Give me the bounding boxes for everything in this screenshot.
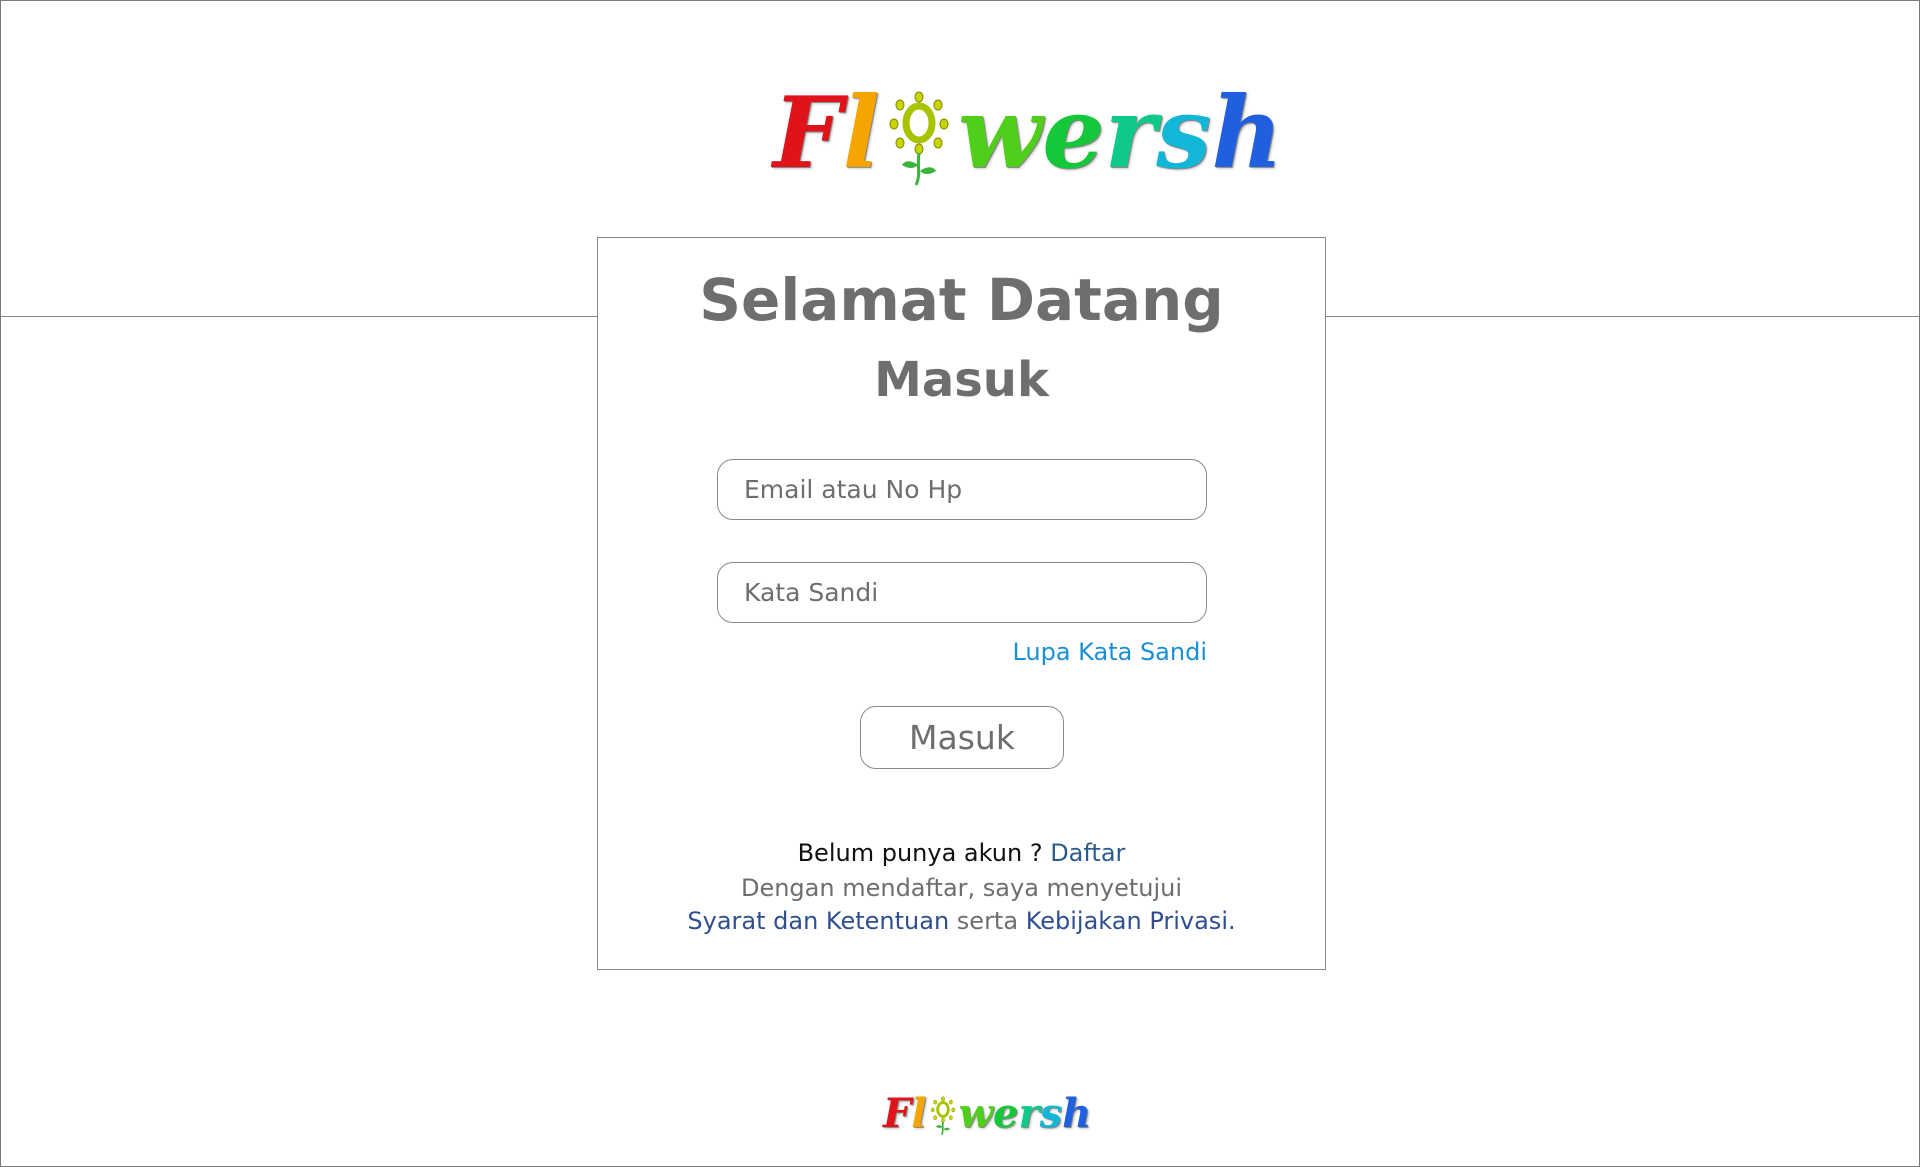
- logo-letter-s: s: [1156, 76, 1212, 191]
- terms-links-line: Syarat dan Ketentuan serta Kebijakan Pri…: [598, 907, 1325, 935]
- terms-text: Dengan mendaftar, saya menyetujui: [740, 874, 1183, 902]
- footer-logo-letter-e: e: [993, 1090, 1019, 1137]
- login-card: Selamat Datang Masuk Lupa Kata Sandi Mas…: [597, 237, 1326, 970]
- footer-logo-letter-f: F: [883, 1090, 912, 1137]
- logo-letter-h: h: [1211, 76, 1283, 191]
- logo-letter-f: F: [773, 76, 843, 191]
- terms-joiner: serta: [956, 907, 1019, 935]
- welcome-heading: Selamat Datang: [699, 266, 1224, 334]
- footer-logo-letter-l: l: [911, 1090, 927, 1137]
- footer-logo-letter-h: h: [1062, 1090, 1092, 1137]
- login-title: Masuk: [874, 352, 1049, 408]
- logo-letter-r: r: [1104, 76, 1157, 191]
- footer-logo-letter-s: s: [1039, 1090, 1063, 1137]
- terms-link[interactable]: Syarat dan Ketentuan: [687, 907, 949, 935]
- signup-prompt-text: Belum punya akun ?: [797, 839, 1043, 867]
- logo-letter-e: e: [1042, 76, 1105, 191]
- flower-icon: [880, 79, 958, 189]
- footer-logo-letter-w: w: [958, 1090, 994, 1137]
- logo-letter-w: w: [957, 76, 1043, 191]
- login-button[interactable]: Masuk: [860, 706, 1064, 769]
- footer-logo: F l w e r s h: [883, 1091, 1091, 1137]
- email-field[interactable]: [717, 459, 1207, 520]
- forgot-password-link[interactable]: Lupa Kata Sandi: [1012, 638, 1207, 666]
- footer-logo-letter-r: r: [1018, 1090, 1040, 1137]
- signup-prompt: Belum punya akun ? Daftar: [598, 839, 1325, 867]
- logo-letter-l: l: [842, 76, 880, 191]
- brand-logo: F l w e r s h: [773, 79, 1283, 189]
- footer-flower-icon: [927, 1091, 959, 1137]
- signup-link[interactable]: Daftar: [1050, 839, 1125, 867]
- privacy-link[interactable]: Kebijakan Privasi.: [1026, 907, 1236, 935]
- password-field[interactable]: [717, 562, 1207, 623]
- login-page: F l w e r s h Selamat Datang Masuk Email…: [0, 0, 1920, 1167]
